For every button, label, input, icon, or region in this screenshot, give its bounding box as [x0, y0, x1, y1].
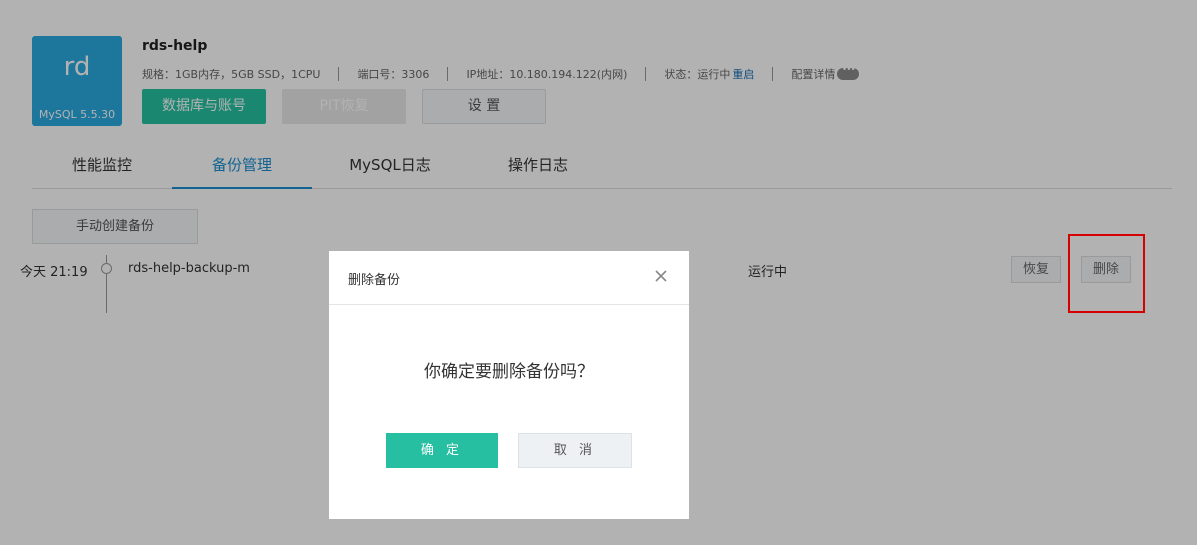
- close-icon[interactable]: [651, 265, 671, 287]
- dialog-header: 删除备份: [329, 251, 689, 305]
- cancel-button[interactable]: 取 消: [518, 433, 632, 468]
- dialog-title: 删除备份: [348, 273, 401, 288]
- dialog-message: 你确定要删除备份吗？: [424, 362, 594, 382]
- confirm-button[interactable]: 确 定: [386, 433, 498, 468]
- delete-backup-dialog: 删除备份 你确定要删除备份吗？ 确 定 取 消: [329, 251, 689, 519]
- rds-instance-page: rd MySQL 5.5.30 rds-help 规格：1GB内存，5GB SS…: [0, 0, 1197, 545]
- highlight-annotation: [1068, 234, 1145, 313]
